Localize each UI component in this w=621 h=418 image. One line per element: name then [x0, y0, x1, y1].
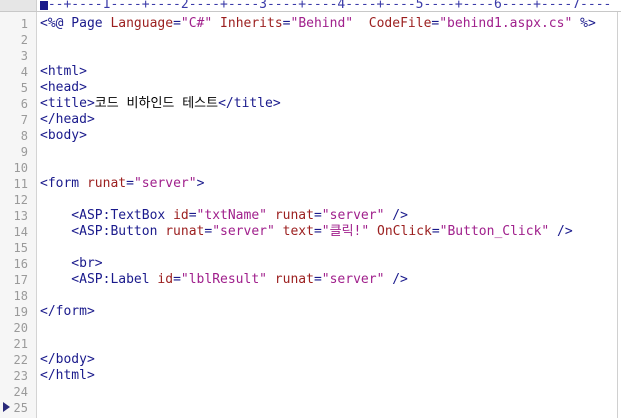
- line-number-gutter: 1 2 3 4 5 6 7 8 9 10 11 12 13 14 15 16 17 18 19 20 21 22 23 24 2…: [0, 12, 37, 418]
- attr-id: id: [157, 272, 174, 287]
- directive-open: <%@ Page: [40, 16, 111, 31]
- title-text: 코드 비하인드 테스트: [94, 96, 219, 111]
- label-open-tag: <ASP:Label: [40, 272, 158, 287]
- line-number: 17: [13, 273, 28, 287]
- code-line-13[interactable]: <ASP:TextBox id="txtName" runat="server"…: [40, 208, 408, 224]
- column-ruler: ---+----1----+----2----+----3----+----4-…: [0, 0, 621, 12]
- value-inherits: "Behind": [290, 16, 354, 31]
- line-number: 7: [20, 113, 28, 127]
- line-number: 25: [13, 401, 28, 415]
- directive-close: %>: [572, 16, 596, 31]
- line-number: 24: [13, 385, 28, 399]
- right-margin-guide: [617, 12, 618, 418]
- value-runat: "server": [212, 224, 275, 239]
- line-number: 10: [13, 161, 28, 175]
- code-line-16[interactable]: <br>: [40, 256, 102, 272]
- attr-language: Language: [110, 16, 174, 31]
- code-line-6[interactable]: <title>코드 비하인드 테스트</title>: [40, 96, 281, 112]
- attr-equals: =: [313, 272, 322, 287]
- line-number: 14: [13, 225, 28, 239]
- attr-text: text: [274, 224, 314, 239]
- textbox-open-tag: <ASP:TextBox: [40, 208, 174, 223]
- attr-runat: runat: [86, 176, 127, 191]
- code-line-11[interactable]: <form runat="server">: [40, 176, 204, 192]
- value-text: "클릭!": [321, 224, 370, 239]
- code-line-5[interactable]: <head>: [40, 80, 87, 96]
- code-area[interactable]: <%@ Page Language="C#" Inherits="Behind"…: [40, 12, 621, 418]
- attr-runat: runat: [267, 208, 314, 223]
- attr-codefile: CodeFile: [353, 16, 432, 31]
- line-number: 3: [20, 49, 28, 63]
- code-line-22[interactable]: </body>: [40, 352, 95, 368]
- line-number: 12: [13, 193, 28, 207]
- line-number: 18: [13, 289, 28, 303]
- attr-equals: =: [282, 16, 291, 31]
- value-id: "lblResult": [180, 272, 267, 287]
- line-number: 13: [13, 209, 28, 223]
- attr-onclick: OnClick: [369, 224, 432, 239]
- button-self-close: />: [549, 224, 573, 239]
- line-number: 22: [13, 353, 28, 367]
- code-line-23[interactable]: </html>: [40, 368, 95, 384]
- button-open-tag: <ASP:Button: [40, 224, 166, 239]
- code-line-14[interactable]: <ASP:Button runat="server" text="클릭!" On…: [40, 224, 573, 240]
- textbox-self-close: />: [384, 208, 408, 223]
- ruler-gutter: [0, 0, 37, 11]
- title-open-tag: <title>: [40, 96, 95, 111]
- label-self-close: />: [384, 272, 408, 287]
- attr-equals: =: [188, 208, 197, 223]
- ruler-cursor-marker: [40, 1, 48, 10]
- title-close-tag: </title>: [218, 96, 281, 111]
- code-line-7[interactable]: </head>: [40, 112, 95, 128]
- ruler-scale: ---+----1----+----2----+----3----+----4-…: [40, 0, 612, 12]
- line-number: 23: [13, 369, 28, 383]
- code-line-19[interactable]: </form>: [40, 304, 95, 320]
- attr-equals: =: [126, 176, 134, 191]
- code-line-8[interactable]: <body>: [40, 128, 87, 144]
- value-runat: "server": [321, 208, 385, 223]
- attr-runat: runat: [165, 224, 205, 239]
- line-number: 11: [13, 177, 28, 191]
- code-line-17[interactable]: <ASP:Label id="lblResult" runat="server"…: [40, 272, 408, 288]
- attr-equals: =: [313, 208, 322, 223]
- line-number: 20: [13, 321, 28, 335]
- line-number: 5: [20, 81, 28, 95]
- line-number: 2: [20, 33, 28, 47]
- line-number: 8: [20, 129, 28, 143]
- line-number: 1: [20, 17, 28, 31]
- value-codefile: "behind1.aspx.cs": [439, 16, 573, 31]
- value-language: "C#": [180, 16, 213, 31]
- line-number: 21: [13, 337, 28, 351]
- attr-equals: =: [173, 16, 181, 31]
- attr-equals: =: [173, 272, 181, 287]
- line-number: 16: [13, 257, 28, 271]
- value-onclick: "Button_Click": [439, 224, 550, 239]
- value-runat: "server": [321, 272, 385, 287]
- form-open-close: >: [196, 176, 205, 191]
- line-number: 15: [13, 241, 28, 255]
- value-id: "txtName": [196, 208, 267, 223]
- code-editor[interactable]: ---+----1----+----2----+----3----+----4-…: [0, 0, 621, 418]
- line-number: 6: [20, 97, 28, 111]
- line-number: 19: [13, 305, 28, 319]
- attr-runat: runat: [266, 272, 314, 287]
- line-number: 4: [20, 65, 28, 79]
- code-line-4[interactable]: <html>: [40, 64, 87, 80]
- attr-equals: =: [431, 224, 440, 239]
- form-open-tag: <form: [40, 176, 87, 191]
- value-runat: "server": [133, 176, 197, 191]
- attr-inherits: Inherits: [212, 16, 283, 31]
- attr-equals: =: [313, 224, 322, 239]
- attr-id: id: [173, 208, 189, 223]
- code-line-1[interactable]: <%@ Page Language="C#" Inherits="Behind"…: [40, 16, 596, 32]
- line-number: 9: [20, 145, 28, 159]
